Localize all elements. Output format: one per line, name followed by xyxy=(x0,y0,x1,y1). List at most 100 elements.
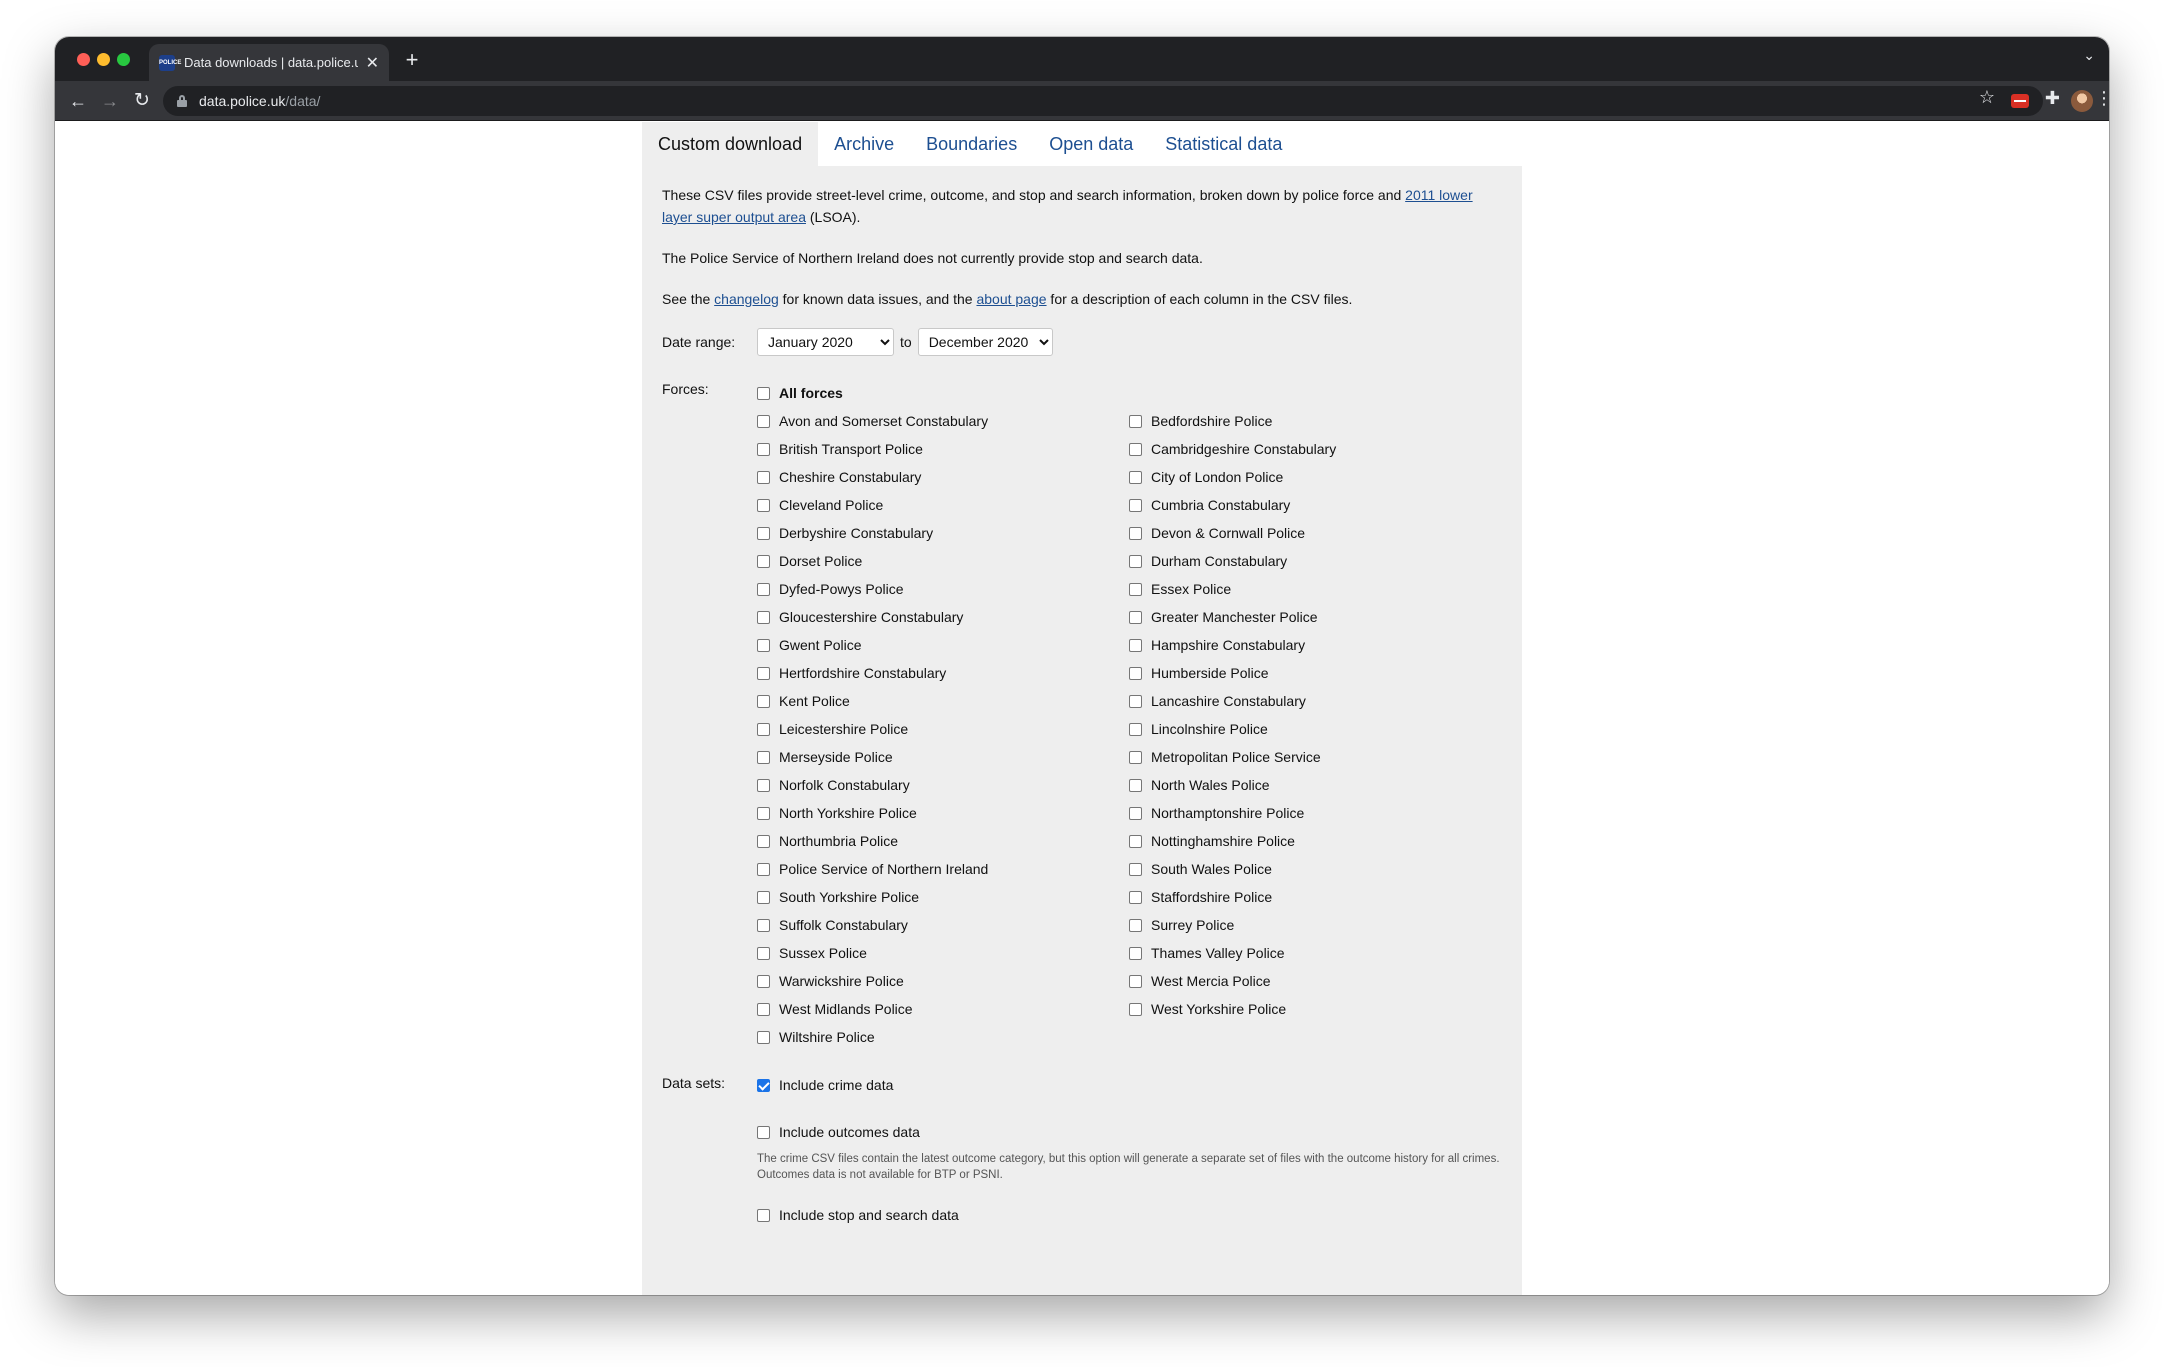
force-checkbox[interactable] xyxy=(757,750,770,764)
address-bar[interactable]: data.police.uk/data/ xyxy=(163,86,2043,116)
force-option[interactable]: Kent Police xyxy=(757,687,1129,715)
force-checkbox[interactable] xyxy=(1129,610,1142,624)
force-checkbox[interactable] xyxy=(1129,554,1142,568)
force-option[interactable]: Merseyside Police xyxy=(757,743,1129,771)
force-checkbox[interactable] xyxy=(757,526,770,540)
force-option[interactable]: Cambridgeshire Constabulary xyxy=(1129,435,1501,463)
tab-statistical-data[interactable]: Statistical data xyxy=(1149,122,1298,166)
force-checkbox[interactable] xyxy=(757,778,770,792)
force-option[interactable]: North Wales Police xyxy=(1129,771,1501,799)
tab-archive[interactable]: Archive xyxy=(818,122,910,166)
force-option[interactable]: Cheshire Constabulary xyxy=(757,463,1129,491)
crime-data-checkbox[interactable] xyxy=(757,1078,770,1092)
force-checkbox[interactable] xyxy=(757,610,770,624)
force-option[interactable]: Bedfordshire Police xyxy=(1129,407,1501,435)
force-option[interactable]: Dorset Police xyxy=(757,547,1129,575)
force-option[interactable]: Warwickshire Police xyxy=(757,967,1129,995)
force-checkbox[interactable] xyxy=(1129,1002,1142,1016)
force-option[interactable]: Gwent Police xyxy=(757,631,1129,659)
profile-avatar[interactable] xyxy=(2071,90,2093,112)
force-option[interactable]: Leicestershire Police xyxy=(757,715,1129,743)
stop-search-option[interactable]: Include stop and search data xyxy=(757,1205,1502,1225)
date-from-select[interactable]: January 2020 xyxy=(757,328,894,356)
maximize-window-button[interactable] xyxy=(117,53,130,66)
forward-arrow-icon[interactable]: → xyxy=(97,88,123,114)
browser-tab[interactable]: POLICE Data downloads | data.police.uk ✕ xyxy=(149,44,389,81)
force-option[interactable]: Devon & Cornwall Police xyxy=(1129,519,1501,547)
force-checkbox[interactable] xyxy=(757,582,770,596)
back-arrow-icon[interactable]: ← xyxy=(65,88,91,114)
tab-custom-download[interactable]: Custom download xyxy=(642,122,819,166)
force-checkbox[interactable] xyxy=(757,470,770,484)
all-forces-option[interactable]: All forces xyxy=(757,379,1502,407)
force-checkbox[interactable] xyxy=(757,918,770,932)
force-option[interactable]: Sussex Police xyxy=(757,939,1129,967)
force-option[interactable]: Cleveland Police xyxy=(757,491,1129,519)
force-checkbox[interactable] xyxy=(1129,666,1142,680)
force-option[interactable]: Lincolnshire Police xyxy=(1129,715,1501,743)
force-checkbox[interactable] xyxy=(1129,862,1142,876)
browser-menu-icon[interactable]: ⋮ xyxy=(2095,88,2109,109)
force-option[interactable]: Thames Valley Police xyxy=(1129,939,1501,967)
tab-search-chevron-icon[interactable]: ⌄ xyxy=(2083,47,2095,64)
force-checkbox[interactable] xyxy=(1129,442,1142,456)
force-checkbox[interactable] xyxy=(757,806,770,820)
force-checkbox[interactable] xyxy=(757,834,770,848)
minimize-window-button[interactable] xyxy=(97,53,110,66)
outcomes-data-option[interactable]: Include outcomes data xyxy=(757,1122,1502,1142)
tab-open-data[interactable]: Open data xyxy=(1033,122,1149,166)
force-option[interactable]: Hertfordshire Constabulary xyxy=(757,659,1129,687)
force-option[interactable]: Cumbria Constabulary xyxy=(1129,491,1501,519)
force-checkbox[interactable] xyxy=(1129,414,1142,428)
force-checkbox[interactable] xyxy=(1129,778,1142,792)
new-tab-icon[interactable]: + xyxy=(398,46,426,74)
force-option[interactable]: Police Service of Northern Ireland xyxy=(757,855,1129,883)
force-option[interactable]: British Transport Police xyxy=(757,435,1129,463)
force-checkbox[interactable] xyxy=(757,554,770,568)
all-forces-checkbox[interactable] xyxy=(757,386,770,400)
force-option[interactable]: North Yorkshire Police xyxy=(757,799,1129,827)
force-checkbox[interactable] xyxy=(1129,890,1142,904)
force-checkbox[interactable] xyxy=(1129,526,1142,540)
force-option[interactable]: South Wales Police xyxy=(1129,855,1501,883)
about-page-link[interactable]: about page xyxy=(976,291,1046,307)
force-checkbox[interactable] xyxy=(757,862,770,876)
force-option[interactable]: Wiltshire Police xyxy=(757,1023,1129,1051)
force-checkbox[interactable] xyxy=(757,890,770,904)
force-option[interactable]: Northumbria Police xyxy=(757,827,1129,855)
force-checkbox[interactable] xyxy=(1129,582,1142,596)
force-checkbox[interactable] xyxy=(757,1030,770,1044)
force-checkbox[interactable] xyxy=(1129,470,1142,484)
force-checkbox[interactable] xyxy=(757,442,770,456)
force-option[interactable]: Essex Police xyxy=(1129,575,1501,603)
changelog-link[interactable]: changelog xyxy=(714,291,779,307)
extensions-puzzle-icon[interactable]: ✚ xyxy=(2045,88,2060,109)
force-option[interactable]: Gloucestershire Constabulary xyxy=(757,603,1129,631)
force-checkbox[interactable] xyxy=(1129,498,1142,512)
bookmark-star-icon[interactable]: ☆ xyxy=(1979,87,1995,108)
force-option[interactable]: Durham Constabulary xyxy=(1129,547,1501,575)
close-tab-icon[interactable]: ✕ xyxy=(366,53,379,73)
force-checkbox[interactable] xyxy=(1129,806,1142,820)
force-option[interactable]: Northamptonshire Police xyxy=(1129,799,1501,827)
force-checkbox[interactable] xyxy=(1129,694,1142,708)
force-option[interactable]: Metropolitan Police Service xyxy=(1129,743,1501,771)
force-option[interactable]: Dyfed-Powys Police xyxy=(757,575,1129,603)
force-option[interactable]: Suffolk Constabulary xyxy=(757,911,1129,939)
stop-search-checkbox[interactable] xyxy=(757,1208,770,1222)
date-to-select[interactable]: December 2020 xyxy=(917,328,1053,356)
force-checkbox[interactable] xyxy=(1129,834,1142,848)
force-option[interactable]: Hampshire Constabulary xyxy=(1129,631,1501,659)
force-checkbox[interactable] xyxy=(1129,750,1142,764)
force-option[interactable]: Avon and Somerset Constabulary xyxy=(757,407,1129,435)
extension-icon[interactable] xyxy=(2011,94,2029,108)
force-option[interactable]: Staffordshire Police xyxy=(1129,883,1501,911)
force-checkbox[interactable] xyxy=(757,946,770,960)
force-option[interactable]: City of London Police xyxy=(1129,463,1501,491)
force-option[interactable]: South Yorkshire Police xyxy=(757,883,1129,911)
force-option[interactable]: Derbyshire Constabulary xyxy=(757,519,1129,547)
force-option[interactable]: West Yorkshire Police xyxy=(1129,995,1501,1023)
force-checkbox[interactable] xyxy=(1129,918,1142,932)
force-checkbox[interactable] xyxy=(757,638,770,652)
tab-boundaries[interactable]: Boundaries xyxy=(910,122,1033,166)
